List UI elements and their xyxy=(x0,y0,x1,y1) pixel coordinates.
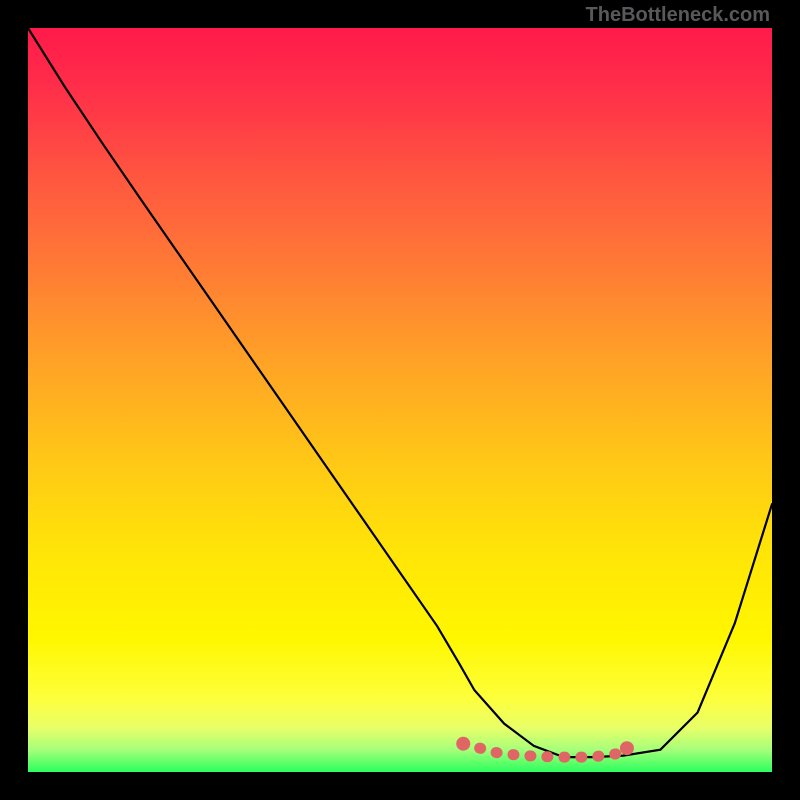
black-curve-path xyxy=(28,28,772,757)
pink-end-dot xyxy=(456,737,470,751)
watermark-label: TheBottleneck.com xyxy=(586,4,770,27)
pink-dots xyxy=(456,737,634,757)
chart-frame: TheBottleneck.com xyxy=(0,0,800,800)
chart-svg xyxy=(28,28,772,772)
pink-end-dot xyxy=(620,741,634,755)
plot-area xyxy=(28,28,772,772)
black-curve xyxy=(28,28,772,757)
